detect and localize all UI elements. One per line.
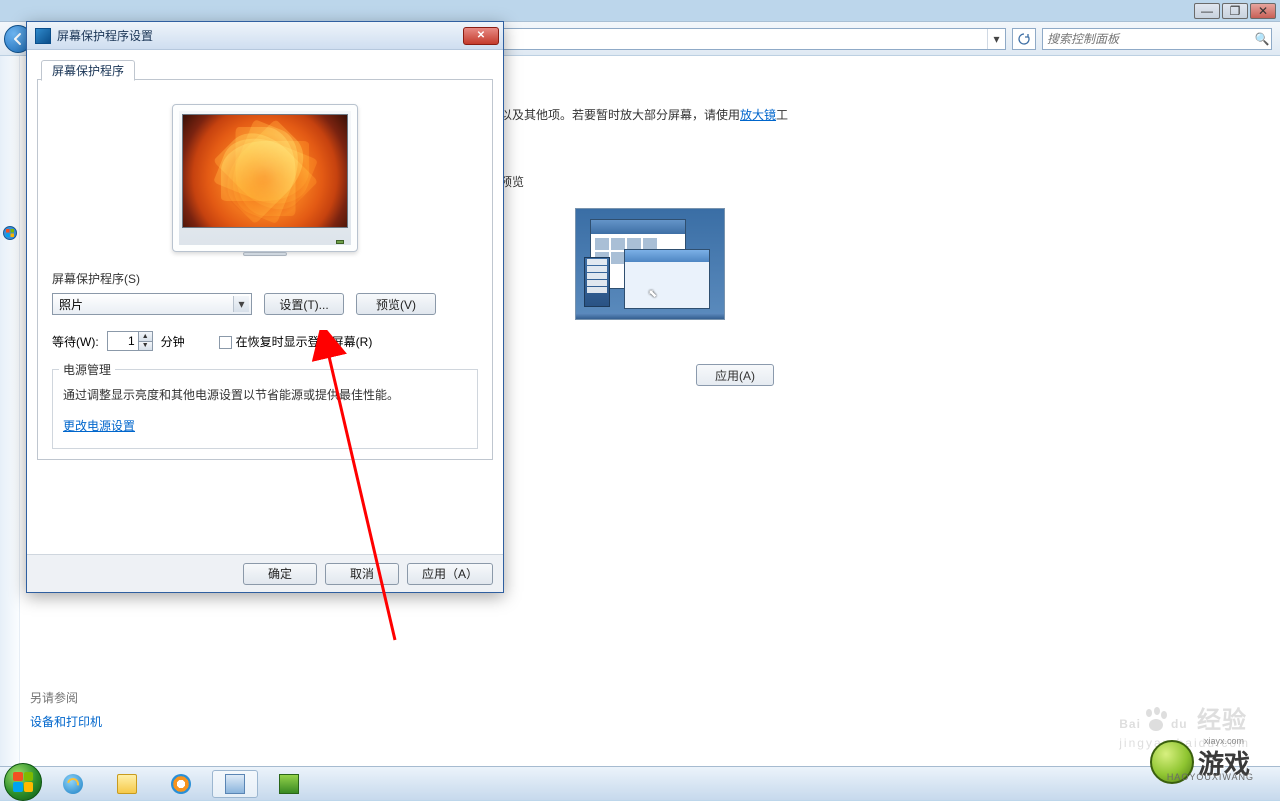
power-group-title: 电源管理 — [59, 361, 115, 378]
cancel-button[interactable]: 取消 — [325, 563, 399, 585]
power-description: 通过调整显示亮度和其他电源设置以节省能源或提供最佳性能。 — [63, 386, 467, 403]
wait-label: 等待(W): — [52, 333, 99, 350]
site-logo-watermark: xiayx.com 游戏 HAOYOUXIWANG — [1130, 734, 1270, 790]
devices-printers-link[interactable]: 设备和打印机 — [30, 713, 102, 730]
screensaver-select-label: 屏幕保护程序(S) — [52, 270, 478, 287]
control-panel-icon — [225, 774, 245, 794]
flower-image — [183, 115, 347, 227]
ie-icon — [63, 774, 83, 794]
screensaver-select[interactable]: 照片 ▾ — [52, 293, 252, 315]
refresh-button[interactable] — [1012, 28, 1036, 50]
taskbar[interactable] — [0, 766, 1280, 800]
taskbar-ie[interactable] — [50, 770, 96, 798]
display-icon — [279, 774, 299, 794]
tab-strip: 屏幕保护程序 — [37, 58, 493, 80]
spinner-down[interactable]: ▼ — [138, 342, 152, 351]
media-player-icon — [171, 774, 191, 794]
change-power-settings-link[interactable]: 更改电源设置 — [63, 419, 135, 433]
description-text: 以及其他项。若要暂时放大部分屏幕，请使用放大镜工 — [500, 106, 1240, 123]
preview-button[interactable]: 预览(V) — [356, 293, 436, 315]
chevron-down-icon: ▾ — [233, 296, 249, 312]
power-management-group: 电源管理 通过调整显示亮度和其他电源设置以节省能源或提供最佳性能。 更改电源设置 — [52, 369, 478, 449]
taskbar-display[interactable] — [266, 770, 312, 798]
left-margin — [0, 56, 20, 766]
cursor-icon: ⬉ — [648, 287, 657, 300]
screensaver-selected-value: 照片 — [59, 296, 83, 313]
spinner-up[interactable]: ▲ — [138, 332, 152, 342]
see-also-label: 另请参阅 — [30, 689, 78, 706]
window-minimize-button[interactable]: — — [1194, 3, 1220, 19]
settings-button[interactable]: 设置(T)... — [264, 293, 344, 315]
theme-preview-monitor: ⬉ — [575, 208, 725, 320]
search-input[interactable] — [1043, 32, 1253, 46]
resume-login-checkbox[interactable] — [219, 336, 232, 349]
wait-minutes-spinner[interactable]: ▲▼ — [107, 331, 153, 351]
maximize-icon: ❐ — [1230, 4, 1241, 18]
search-box[interactable]: 🔍 — [1042, 28, 1272, 50]
dialog-titlebar[interactable]: 屏幕保护程序设置 ✕ — [27, 22, 503, 50]
taskbar-control-panel[interactable] — [212, 770, 258, 798]
windows-orb-icon — [3, 226, 17, 240]
dialog-icon — [35, 28, 51, 44]
wait-minutes-input[interactable] — [108, 332, 138, 350]
search-icon: 🔍 — [1253, 32, 1271, 46]
close-icon: ✕ — [1258, 4, 1268, 18]
window-close-button[interactable]: ✕ — [1250, 3, 1276, 19]
taskbar-media-player[interactable] — [158, 770, 204, 798]
magnifier-link[interactable]: 放大镜 — [740, 108, 776, 122]
dialog-close-button[interactable]: ✕ — [463, 27, 499, 45]
start-button[interactable] — [4, 763, 42, 801]
screensaver-preview-monitor — [172, 104, 358, 252]
folder-icon — [117, 774, 137, 794]
resume-login-checkbox-label[interactable]: 在恢复时显示登录屏幕(R) — [219, 333, 373, 350]
apply-button-main[interactable]: 应用(A) — [696, 364, 774, 386]
dialog-title: 屏幕保护程序设置 — [57, 27, 463, 44]
refresh-icon — [1018, 33, 1030, 45]
window-maximize-button[interactable]: ❐ — [1222, 3, 1248, 19]
ok-button[interactable]: 确定 — [243, 563, 317, 585]
wait-unit: 分钟 — [161, 333, 185, 350]
screensaver-settings-dialog: 屏幕保护程序设置 ✕ 屏幕保护程序 屏幕保护程序(S) 照片 ▾ — [26, 21, 504, 593]
dialog-footer: 确定 取消 应用（A） — [27, 554, 503, 592]
tab-screensaver[interactable]: 屏幕保护程序 — [41, 60, 135, 81]
preview-label: 预览 — [500, 173, 1240, 190]
apply-button[interactable]: 应用（A） — [407, 563, 493, 585]
address-dropdown[interactable]: ▾ — [987, 29, 1005, 49]
back-arrow-icon — [11, 32, 25, 46]
minimize-icon: — — [1201, 4, 1213, 18]
taskbar-explorer[interactable] — [104, 770, 150, 798]
